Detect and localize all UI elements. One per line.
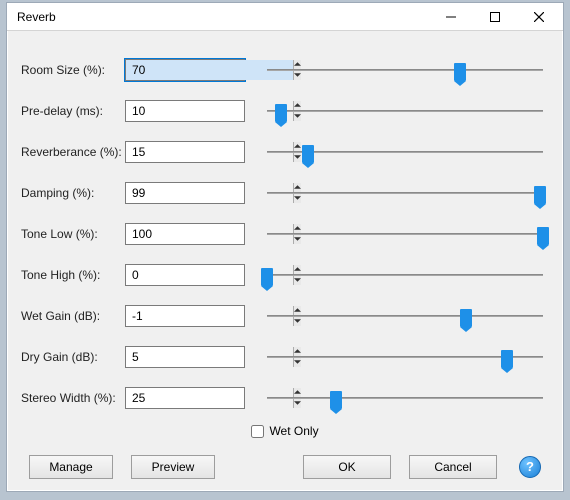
slider-track: [267, 274, 543, 276]
slider-track: [267, 397, 543, 399]
slider-track: [267, 69, 543, 71]
spin-down-dry_gain[interactable]: [294, 357, 301, 367]
slider-thumb-stereo_width[interactable]: [330, 391, 342, 409]
param-label-pre_delay: Pre-delay (ms):: [21, 104, 125, 118]
minimize-button[interactable]: [429, 4, 473, 30]
param-row-tone_low: Tone Low (%):: [21, 213, 549, 254]
spin-down-wet_gain[interactable]: [294, 316, 301, 326]
param-spinbox-damping[interactable]: [125, 182, 245, 204]
slider-track: [267, 110, 543, 112]
param-spinbox-stereo_width[interactable]: [125, 387, 245, 409]
spin-down-stereo_width[interactable]: [294, 398, 301, 408]
manage-button[interactable]: Manage: [29, 455, 113, 479]
slider-thumb-tone_high[interactable]: [261, 268, 273, 286]
param-slider-reverberance[interactable]: [245, 151, 549, 153]
spin-down-damping[interactable]: [294, 193, 301, 203]
close-button[interactable]: [517, 4, 561, 30]
reverb-dialog: Reverb Room Size (%): Pre-delay (ms): Reve…: [6, 2, 564, 492]
param-slider-wet_gain[interactable]: [245, 315, 549, 317]
wet-only-checkbox[interactable]: [251, 425, 264, 438]
slider-thumb-room_size[interactable]: [454, 63, 466, 81]
param-row-tone_high: Tone High (%):: [21, 254, 549, 295]
param-spinbox-reverberance[interactable]: [125, 141, 245, 163]
param-row-room_size: Room Size (%):: [21, 49, 549, 90]
slider-thumb-pre_delay[interactable]: [275, 104, 287, 122]
dialog-content: Room Size (%): Pre-delay (ms): Reverberanc…: [7, 31, 563, 487]
slider-track: [267, 233, 543, 235]
help-button[interactable]: ?: [519, 456, 541, 478]
maximize-button[interactable]: [473, 4, 517, 30]
param-label-room_size: Room Size (%):: [21, 63, 125, 77]
slider-thumb-tone_low[interactable]: [537, 227, 549, 245]
maximize-icon: [490, 12, 500, 22]
param-slider-room_size[interactable]: [245, 69, 549, 71]
param-spinbox-tone_low[interactable]: [125, 223, 245, 245]
param-row-pre_delay: Pre-delay (ms):: [21, 90, 549, 131]
wet-only-label-wrap[interactable]: Wet Only: [251, 424, 318, 438]
param-label-tone_high: Tone High (%):: [21, 268, 125, 282]
param-label-dry_gain: Dry Gain (dB):: [21, 350, 125, 364]
param-slider-dry_gain[interactable]: [245, 356, 549, 358]
spin-down-reverberance[interactable]: [294, 152, 301, 162]
slider-track: [267, 356, 543, 358]
slider-thumb-damping[interactable]: [534, 186, 546, 204]
param-label-damping: Damping (%):: [21, 186, 125, 200]
param-slider-damping[interactable]: [245, 192, 549, 194]
param-spinbox-dry_gain[interactable]: [125, 346, 245, 368]
param-slider-stereo_width[interactable]: [245, 397, 549, 399]
param-row-dry_gain: Dry Gain (dB):: [21, 336, 549, 377]
param-spinbox-pre_delay[interactable]: [125, 100, 245, 122]
spin-down-tone_low[interactable]: [294, 234, 301, 244]
param-spinbox-wet_gain[interactable]: [125, 305, 245, 327]
spin-down-pre_delay[interactable]: [294, 111, 301, 121]
button-bar: Manage Preview OK Cancel ?: [21, 451, 549, 479]
param-slider-pre_delay[interactable]: [245, 110, 549, 112]
param-spinbox-room_size[interactable]: [125, 59, 245, 81]
slider-thumb-dry_gain[interactable]: [501, 350, 513, 368]
slider-track: [267, 192, 543, 194]
cancel-button[interactable]: Cancel: [409, 455, 497, 479]
wet-only-row: Wet Only: [21, 418, 549, 451]
slider-thumb-reverberance[interactable]: [302, 145, 314, 163]
spin-down-room_size[interactable]: [294, 70, 301, 80]
param-row-stereo_width: Stereo Width (%):: [21, 377, 549, 418]
wet-only-label: Wet Only: [269, 424, 318, 438]
ok-button[interactable]: OK: [303, 455, 391, 479]
slider-thumb-wet_gain[interactable]: [460, 309, 472, 327]
param-label-tone_low: Tone Low (%):: [21, 227, 125, 241]
param-slider-tone_high[interactable]: [245, 274, 549, 276]
param-label-reverberance: Reverberance (%):: [21, 145, 125, 159]
param-label-wet_gain: Wet Gain (dB):: [21, 309, 125, 323]
minimize-icon: [446, 12, 456, 22]
title-bar: Reverb: [7, 3, 563, 31]
param-slider-tone_low[interactable]: [245, 233, 549, 235]
spin-down-tone_high[interactable]: [294, 275, 301, 285]
slider-track: [267, 151, 543, 153]
close-icon: [534, 12, 544, 22]
param-row-reverberance: Reverberance (%):: [21, 131, 549, 172]
param-spinbox-tone_high[interactable]: [125, 264, 245, 286]
param-row-wet_gain: Wet Gain (dB):: [21, 295, 549, 336]
param-label-stereo_width: Stereo Width (%):: [21, 391, 125, 405]
preview-button[interactable]: Preview: [131, 455, 215, 479]
window-title: Reverb: [17, 10, 429, 24]
param-row-damping: Damping (%):: [21, 172, 549, 213]
slider-track: [267, 315, 543, 317]
